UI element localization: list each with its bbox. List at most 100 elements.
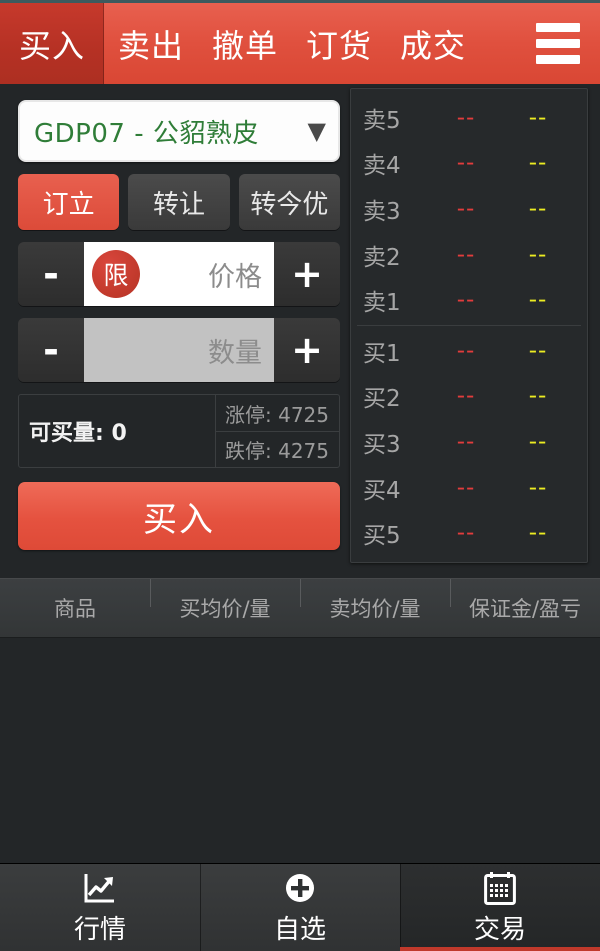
order-book-row-label: 买2	[363, 386, 401, 413]
tab-cancel-order[interactable]: 撤单	[198, 3, 292, 84]
column-header-buy-avg-price-volume[interactable]: 买均价/量	[150, 579, 300, 623]
column-header-margin-pnl[interactable]: 保证金/盈亏	[450, 579, 600, 623]
order-book-row-price: --	[456, 195, 476, 222]
order-book-row-price: --	[456, 520, 476, 547]
quantity-decrement-button[interactable]: -	[18, 318, 84, 382]
order-book-row-volume: --	[528, 241, 548, 268]
order-book-row-price: --	[456, 241, 476, 268]
hamburger-bar-2	[536, 39, 580, 48]
bottom-tab-trade[interactable]: 交易	[400, 864, 600, 951]
price-limits: 涨停: 4725 跌停: 4275	[215, 395, 339, 467]
column-header-sell-avg-price-volume[interactable]: 卖均价/量	[300, 579, 450, 623]
tab-trades-label: 成交	[400, 26, 467, 65]
quantity-input-placeholder: 数量	[208, 337, 262, 369]
column-header-product[interactable]: 商品	[0, 593, 150, 623]
tab-orders[interactable]: 订货	[292, 3, 386, 84]
hamburger-bar-1	[536, 23, 580, 32]
mode-button-transfer-today[interactable]: 转今优	[238, 174, 340, 230]
mode-button-transfer-label: 转让	[152, 189, 205, 220]
top-navigation-bar: 买入 卖出 撤单 订货 成交	[0, 0, 600, 84]
quantity-stepper: - 数量 +	[18, 318, 340, 382]
order-book-row[interactable]: 卖5 -- --	[351, 95, 587, 141]
order-book-row-label: 卖3	[363, 198, 401, 225]
topnav-spacer	[480, 3, 524, 84]
order-book-row-volume: --	[528, 337, 548, 364]
tab-trades[interactable]: 成交	[386, 3, 480, 84]
order-entry-panel: GDP07 - 公貂熟皮 ▼ 订立 转让 转今优 - 限 价格 + - 数量 +…	[18, 100, 340, 550]
price-increment-button[interactable]: +	[274, 242, 340, 306]
calendar-icon	[484, 870, 516, 906]
order-book-row-volume: --	[528, 474, 548, 501]
order-book-row-volume: --	[528, 104, 548, 131]
bottom-tab-watchlist[interactable]: 自选	[200, 864, 400, 951]
order-book-row-price: --	[456, 383, 476, 410]
order-book-row[interactable]: 买1 -- --	[351, 328, 587, 374]
order-book-row[interactable]: 买4 -- --	[351, 465, 587, 511]
tab-buy-label: 买入	[18, 26, 85, 65]
tab-cancel-order-label: 撤单	[212, 26, 279, 65]
limit-order-badge-icon[interactable]: 限	[92, 250, 140, 298]
hamburger-icon[interactable]	[524, 3, 600, 84]
order-book-row[interactable]: 卖3 -- --	[351, 186, 587, 232]
order-book-row[interactable]: 买3 -- --	[351, 419, 587, 465]
order-book-row[interactable]: 买5 -- --	[351, 510, 587, 556]
order-book-row-price: --	[456, 337, 476, 364]
chart-icon	[83, 870, 117, 906]
quantity-increment-button[interactable]: +	[274, 318, 340, 382]
upper-limit-value: 涨停: 4725	[225, 402, 329, 427]
bottom-tab-watchlist-label: 自选	[273, 914, 326, 945]
bottom-tab-quotes-label: 行情	[73, 914, 126, 945]
available-quantity: 可买量: 0	[29, 421, 127, 446]
hamburger-bar-3	[536, 55, 580, 64]
order-book-row[interactable]: 卖1 -- --	[351, 277, 587, 323]
mode-button-transfer-today-label: 转今优	[250, 189, 329, 220]
positions-table-header: 商品 买均价/量 卖均价/量 保证金/盈亏	[0, 578, 600, 638]
order-book-row-volume: --	[528, 150, 548, 177]
order-book-row-volume: --	[528, 287, 548, 314]
quantity-input[interactable]: 数量	[84, 318, 274, 382]
tab-sell[interactable]: 卖出	[104, 3, 198, 84]
price-input[interactable]: 限 价格	[84, 242, 274, 306]
bottom-tab-trade-label: 交易	[473, 914, 526, 945]
order-book-row-label: 买5	[363, 523, 401, 550]
order-book-row-label: 买4	[363, 477, 401, 504]
order-book-row[interactable]: 卖4 -- --	[351, 141, 587, 187]
mode-button-establish-label: 订立	[42, 189, 95, 220]
order-info-grid: 可买量: 0 涨停: 4725 跌停: 4275	[18, 394, 340, 468]
order-book-row-price: --	[456, 474, 476, 501]
symbol-select-value: GDP07 - 公貂熟皮	[34, 118, 259, 149]
bottom-tab-bar: 行情 自选 交易	[0, 863, 600, 951]
submit-buy-button-label: 买入	[143, 499, 215, 540]
tab-buy[interactable]: 买入	[0, 3, 104, 84]
order-book-row-price: --	[456, 104, 476, 131]
order-book-row-label: 卖5	[363, 107, 401, 134]
order-book-row-volume: --	[528, 520, 548, 547]
order-book-divider	[357, 325, 581, 326]
order-book-buy-section: 买1 -- -- 买2 -- -- 买3 -- -- 买4 -- -- 买5 -…	[351, 328, 587, 556]
bottom-tab-quotes[interactable]: 行情	[0, 864, 200, 951]
price-input-placeholder: 价格	[208, 261, 262, 293]
order-book-sell-section: 卖5 -- -- 卖4 -- -- 卖3 -- -- 卖2 -- -- 卖1 -…	[351, 95, 587, 323]
mode-button-establish[interactable]: 订立	[18, 174, 120, 230]
symbol-select[interactable]: GDP07 - 公貂熟皮 ▼	[18, 100, 340, 162]
order-book-row-volume: --	[528, 195, 548, 222]
price-decrement-button[interactable]: -	[18, 242, 84, 306]
order-book-row-volume: --	[528, 428, 548, 455]
order-book-row[interactable]: 买2 -- --	[351, 374, 587, 420]
submit-buy-button[interactable]: 买入	[18, 482, 340, 550]
order-book-row-price: --	[456, 287, 476, 314]
price-stepper: - 限 价格 +	[18, 242, 340, 306]
tab-orders-label: 订货	[306, 26, 373, 65]
order-book-row[interactable]: 卖2 -- --	[351, 232, 587, 278]
order-book-panel: 卖5 -- -- 卖4 -- -- 卖3 -- -- 卖2 -- -- 卖1 -…	[350, 88, 588, 563]
order-book-row-label: 卖2	[363, 244, 401, 271]
order-book-row-label: 卖1	[363, 290, 401, 317]
plus-circle-icon	[284, 870, 316, 906]
main-content: GDP07 - 公貂熟皮 ▼ 订立 转让 转今优 - 限 价格 + - 数量 +…	[0, 84, 600, 578]
tab-sell-label: 卖出	[118, 26, 185, 65]
mode-button-transfer[interactable]: 转让	[128, 174, 230, 230]
order-book-row-volume: --	[528, 383, 548, 410]
positions-table-body	[0, 638, 600, 860]
order-book-row-label: 买1	[363, 340, 401, 367]
trading-app-screen: 买入 卖出 撤单 订货 成交 GDP07 - 公貂熟皮 ▼ 订立 转让 转今优 …	[0, 0, 600, 951]
